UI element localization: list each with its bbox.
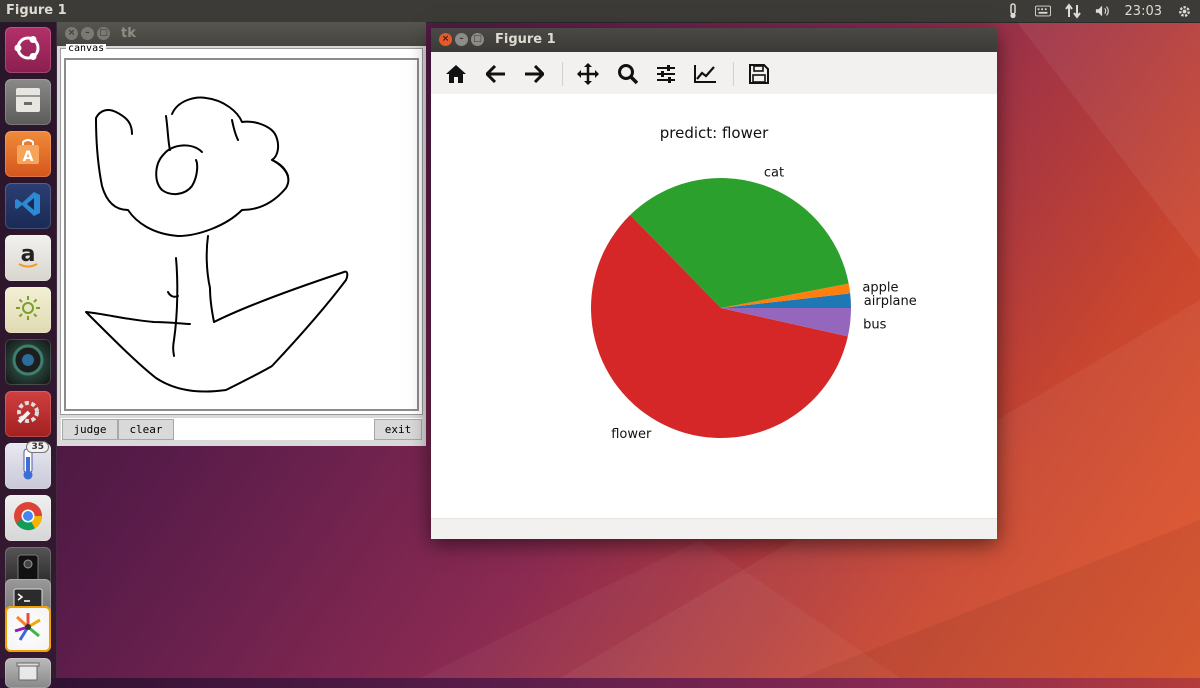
- pie-label-apple: apple: [862, 281, 898, 296]
- drawing-canvas[interactable]: [64, 58, 419, 411]
- launcher-trash[interactable]: [5, 658, 51, 688]
- system-tray: 23:03: [1005, 0, 1192, 22]
- navigation-toolbar: [431, 52, 997, 95]
- gear-icon[interactable]: [1176, 3, 1192, 19]
- launcher-vscode[interactable]: [5, 183, 51, 229]
- minimize-icon[interactable]: –: [455, 33, 468, 46]
- tk-button-row: judge clear exit: [61, 418, 422, 440]
- pinwheel-icon: [11, 610, 45, 648]
- figure-window-titlebar[interactable]: × – □ Figure 1: [431, 28, 997, 52]
- launcher-files[interactable]: [5, 79, 51, 125]
- chrome-icon: [12, 500, 44, 536]
- pie-label-airplane: airplane: [864, 294, 917, 309]
- volume-icon[interactable]: [1095, 3, 1111, 19]
- launcher-chrome[interactable]: [5, 495, 51, 541]
- keyboard-icon[interactable]: [1034, 3, 1051, 19]
- shopping-bag-icon: A: [13, 137, 43, 171]
- launcher-dash[interactable]: [5, 27, 51, 73]
- canvas-label: canvas: [66, 43, 107, 54]
- launcher-settings[interactable]: [5, 391, 51, 437]
- launcher-camera[interactable]: [5, 339, 51, 385]
- launcher-software[interactable]: A: [5, 131, 51, 177]
- top-panel: Figure 1 23:03: [0, 0, 1200, 22]
- pan-icon[interactable]: [576, 62, 600, 86]
- vscode-icon: [13, 189, 43, 223]
- judge-button[interactable]: judge: [62, 419, 118, 440]
- minimize-icon[interactable]: –: [81, 27, 94, 40]
- status-bar: [431, 518, 997, 539]
- launcher-amazon[interactable]: a: [5, 235, 51, 281]
- zoom-icon[interactable]: [616, 62, 640, 86]
- configure-subplots-icon[interactable]: [654, 62, 678, 86]
- pie-label-cat: cat: [764, 166, 784, 181]
- pie-label-bus: bus: [863, 318, 886, 333]
- toolbar-separator: [733, 62, 734, 86]
- launcher: A a 35: [0, 22, 57, 688]
- tk-window: × – □ tk canvas judge clear exit: [57, 22, 426, 446]
- home-icon[interactable]: [444, 62, 468, 86]
- launcher-brightness[interactable]: [5, 287, 51, 333]
- plot-area[interactable]: predict: flower airplane apple cat flower bu…: [431, 94, 997, 518]
- maximize-icon[interactable]: □: [471, 33, 484, 46]
- maximize-icon[interactable]: □: [97, 27, 110, 40]
- toolbar-separator: [562, 62, 563, 86]
- ubuntu-logo-icon: [12, 32, 44, 68]
- thermometer-icon[interactable]: [1005, 3, 1021, 19]
- network-icon[interactable]: [1064, 3, 1081, 19]
- edit-axes-icon[interactable]: [693, 62, 717, 86]
- save-icon[interactable]: [747, 62, 771, 86]
- launcher-thermometer[interactable]: 35: [5, 441, 51, 489]
- tk-window-title: tk: [121, 26, 136, 41]
- tk-window-titlebar[interactable]: × – □ tk: [57, 22, 426, 46]
- pie-label-flower: flower: [611, 427, 652, 442]
- close-icon[interactable]: ×: [439, 33, 452, 46]
- trash-icon: [15, 660, 41, 686]
- flower-sketch: [85, 96, 349, 393]
- figure-window-title: Figure 1: [495, 32, 556, 47]
- forward-arrow-icon[interactable]: [522, 62, 546, 86]
- clock[interactable]: 23:03: [1125, 4, 1162, 19]
- exit-button[interactable]: exit: [374, 419, 422, 440]
- back-arrow-icon[interactable]: [484, 62, 508, 86]
- svg-text:A: A: [23, 149, 34, 165]
- clear-button[interactable]: clear: [118, 419, 174, 440]
- svg-text:a: a: [21, 242, 36, 267]
- sun-icon: [13, 293, 43, 327]
- pie-chart: airplaneapple cat flower bus: [591, 166, 917, 442]
- active-window-title: Figure 1: [6, 3, 67, 18]
- close-icon[interactable]: ×: [65, 27, 78, 40]
- figure-window: × – □ Figure 1 predict: flower airplane …: [431, 28, 997, 539]
- file-cabinet-icon: [13, 85, 43, 119]
- launcher-pinwheel-app[interactable]: [5, 606, 51, 652]
- amazon-icon: a: [13, 241, 43, 275]
- notification-badge: 35: [26, 441, 49, 453]
- canvas-frame: canvas: [60, 44, 423, 415]
- camera-lens-icon: [11, 343, 45, 381]
- wrench-gear-icon: [13, 397, 43, 431]
